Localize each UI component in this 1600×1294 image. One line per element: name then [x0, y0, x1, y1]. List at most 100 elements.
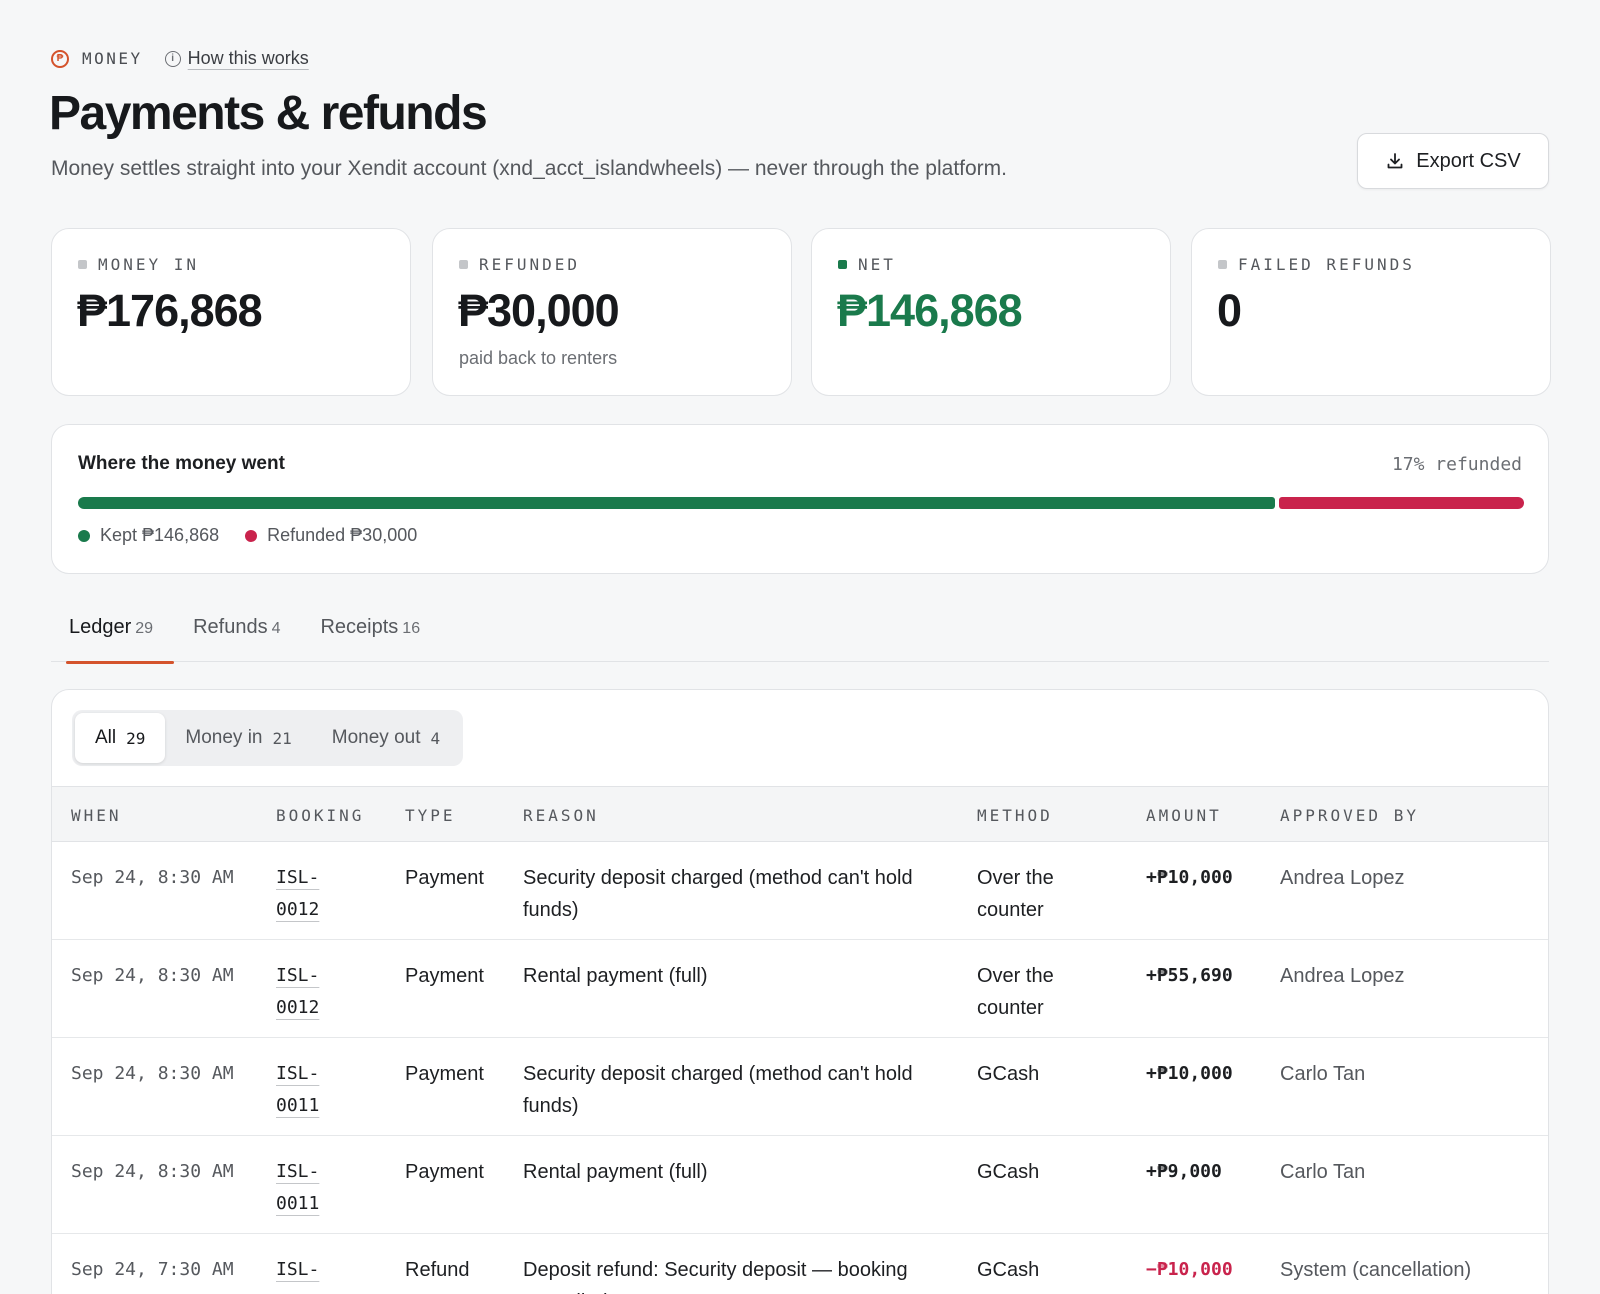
table-row[interactable]: Sep 24, 8:30 AM ISL-0011 Payment Rental …	[52, 1136, 1548, 1234]
cell-amount: +₱10,000	[1146, 867, 1233, 888]
breakdown-legend: Kept ₱146,868 Refunded ₱30,000	[78, 525, 443, 546]
cell-method: GCash	[977, 1161, 1040, 1183]
tab-receipts[interactable]: Receipts 16	[302, 606, 438, 662]
cell-when: Sep 24, 8:30 AM	[71, 867, 234, 888]
legend-label: Refunded ₱30,000	[267, 525, 418, 545]
filter-count: 21	[272, 728, 292, 748]
stat-subtext: paid back to renters	[459, 348, 618, 368]
info-icon[interactable]: i	[164, 50, 181, 67]
legend-dot	[78, 529, 90, 542]
table-row[interactable]: Sep 24, 8:30 AM ISL-0012 Payment Securit…	[52, 842, 1548, 940]
cell-type: Payment	[405, 965, 484, 987]
booking-link[interactable]: ISL-0011	[276, 1259, 319, 1294]
tab-label: Refunds	[193, 616, 268, 638]
table-row[interactable]: Sep 24, 7:30 AM ISL-0011 Refund Deposit …	[52, 1234, 1548, 1294]
direction-filter: All 29 Money in 21 Money out 4	[72, 710, 464, 766]
cell-type: Payment	[405, 1063, 484, 1085]
tab-count: 16	[402, 620, 421, 637]
stat-card-net: NET ₱146,868	[811, 228, 1171, 396]
cell-when: Sep 24, 8:30 AM	[71, 965, 234, 986]
cell-reason: Rental payment (full)	[523, 1161, 708, 1183]
kept-bar-segment	[78, 497, 1275, 509]
cell-when: Sep 24, 8:30 AM	[71, 1161, 234, 1182]
money-breakdown-card: Where the money went 17% refunded Kept ₱…	[51, 424, 1549, 574]
status-dot	[78, 260, 87, 269]
cell-method: GCash	[977, 1259, 1040, 1281]
section-label: MONEY	[82, 49, 143, 68]
table-row[interactable]: Sep 24, 8:30 AM ISL-0011 Payment Securit…	[52, 1038, 1548, 1136]
tab-ledger[interactable]: Ledger 29	[51, 606, 175, 664]
cell-method: Over the counter	[977, 867, 1054, 921]
column-header-approved-by[interactable]: APPROVED BY	[1280, 806, 1419, 825]
cell-amount: +₱9,000	[1146, 1161, 1222, 1182]
ledger-panel: All 29 Money in 21 Money out 4 WHEN BOOKING…	[51, 689, 1549, 1294]
tab-label: Receipts	[320, 616, 399, 638]
stat-value: ₱30,000	[458, 285, 620, 336]
breakdown-title: Where the money went	[78, 453, 285, 474]
stat-card-refunded: REFUNDED ₱30,000 paid back to renters	[432, 228, 792, 396]
tab-count: 4	[271, 620, 281, 637]
cell-method: Over the counter	[977, 965, 1054, 1019]
status-dot	[1218, 260, 1227, 269]
cell-type: Payment	[405, 867, 484, 889]
tab-refunds[interactable]: Refunds 4	[175, 606, 298, 662]
filter-money-in[interactable]: Money in 21	[165, 713, 311, 763]
column-header-amount[interactable]: AMOUNT	[1146, 806, 1222, 825]
booking-link[interactable]: ISL-0011	[276, 1063, 319, 1116]
cell-amount: +₱10,000	[1146, 1063, 1233, 1084]
cell-reason: Deposit refund: Security deposit — booki…	[523, 1259, 908, 1294]
legend-item-kept: Kept ₱146,868	[78, 525, 219, 546]
column-header-reason[interactable]: REASON	[523, 806, 599, 825]
refunded-bar-segment	[1278, 497, 1524, 509]
tab-label: Ledger	[69, 616, 132, 638]
column-header-type[interactable]: TYPE	[405, 806, 456, 825]
table-row[interactable]: Sep 24, 8:30 AM ISL-0012 Payment Rental …	[52, 940, 1548, 1038]
tab-count: 29	[135, 620, 154, 637]
stat-label: MONEY IN	[98, 255, 200, 274]
stat-label: REFUNDED	[479, 255, 581, 274]
breadcrumb: ₱ MONEY i How this works	[51, 48, 309, 69]
filter-money-out[interactable]: Money out 4	[312, 713, 460, 763]
legend-label: Kept ₱146,868	[100, 525, 220, 545]
filter-label: Money in	[185, 727, 263, 748]
stat-label: FAILED REFUNDS	[1238, 255, 1415, 274]
column-header-booking[interactable]: BOOKING	[276, 806, 364, 825]
how-this-works-link[interactable]: How this works	[188, 48, 309, 69]
cell-when: Sep 24, 7:30 AM	[71, 1259, 234, 1280]
export-csv-button[interactable]: Export CSV	[1357, 133, 1549, 189]
filter-count: 29	[126, 728, 146, 748]
view-tabs: Ledger 29 Refunds 4 Receipts 16	[51, 606, 1549, 664]
stat-card-money-in: MONEY IN ₱176,868	[51, 228, 411, 396]
refunded-percentage: 17% refunded	[1391, 454, 1522, 475]
cell-reason: Security deposit charged (method can't h…	[523, 867, 913, 921]
column-header-method[interactable]: METHOD	[977, 806, 1053, 825]
money-split-bar	[78, 497, 1524, 509]
cell-method: GCash	[977, 1063, 1040, 1085]
stat-card-failed-refunds: FAILED REFUNDS 0	[1191, 228, 1551, 396]
legend-item-refunded: Refunded ₱30,000	[245, 525, 417, 546]
booking-link[interactable]: ISL-0012	[276, 965, 319, 1018]
status-dot	[459, 260, 468, 269]
cell-approved-by: System (cancellation)	[1280, 1259, 1472, 1281]
stat-label: NET	[858, 255, 896, 274]
table-header: WHEN BOOKING TYPE REASON METHOD AMOUNT A…	[52, 786, 1548, 842]
page-title: Payments & refunds	[49, 87, 488, 140]
filter-label: All	[95, 727, 117, 748]
booking-link[interactable]: ISL-0012	[276, 867, 319, 920]
cell-amount: +₱55,690	[1146, 965, 1233, 986]
cell-reason: Security deposit charged (method can't h…	[523, 1063, 913, 1117]
cell-when: Sep 24, 8:30 AM	[71, 1063, 234, 1084]
booking-link[interactable]: ISL-0011	[276, 1161, 319, 1214]
filter-all[interactable]: All 29	[75, 713, 166, 763]
cell-approved-by: Andrea Lopez	[1280, 867, 1405, 889]
stat-value: 0	[1217, 285, 1242, 336]
download-icon	[1387, 153, 1403, 169]
cell-type: Payment	[405, 1161, 484, 1183]
cell-type: Refund	[405, 1259, 470, 1281]
cell-amount: −₱10,000	[1146, 1259, 1233, 1280]
column-header-when[interactable]: WHEN	[71, 806, 122, 825]
cell-reason: Rental payment (full)	[523, 965, 708, 987]
legend-dot	[245, 529, 258, 542]
export-csv-label: Export CSV	[1416, 149, 1521, 172]
cell-approved-by: Andrea Lopez	[1280, 965, 1405, 987]
